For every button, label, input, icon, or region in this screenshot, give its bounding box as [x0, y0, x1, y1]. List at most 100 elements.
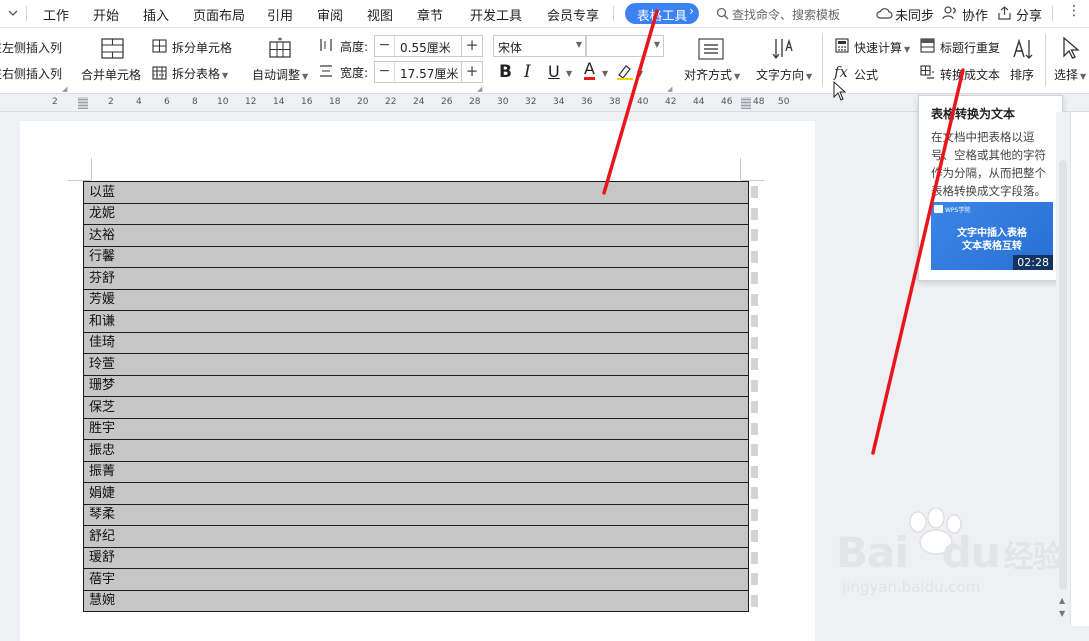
chevron-down-icon[interactable]: ▼: [602, 69, 608, 78]
table-cell[interactable]: 以蓝: [83, 181, 749, 204]
column-width-value[interactable]: 17.57厘米: [400, 65, 458, 82]
alignment-button[interactable]: 对齐方式 ▼: [684, 66, 740, 83]
ruler-tick: 8: [192, 97, 198, 107]
share-button[interactable]: 分享: [1016, 5, 1042, 24]
bold-button[interactable]: B: [499, 62, 512, 82]
font-size-select[interactable]: ▼: [586, 35, 664, 57]
menu-item-membership[interactable]: 会员专享: [547, 5, 599, 24]
convert-to-text-button[interactable]: 转换成文本: [940, 66, 1000, 83]
increase-width-button[interactable]: +: [461, 61, 483, 83]
collaborate-icon[interactable]: [942, 6, 958, 23]
ruler-tick: 2: [52, 97, 58, 107]
document-page[interactable]: 以蓝 龙妮 达裕 行馨 芬舒 芳媛 和谦 佳琦 玲萱 珊梦 保芝 胜宇 振忠 振菁 娟婕 琴柔 舒纪 瑗舒 蓓宇 慧婉: [20, 121, 815, 641]
table-cell[interactable]: 蓓宇: [83, 568, 749, 591]
sort-button[interactable]: 排序: [1010, 66, 1034, 83]
text-direction-button[interactable]: 文字方向 ▼: [756, 66, 812, 83]
column-width-stepper[interactable]: − 17.57厘米: [374, 61, 462, 83]
table-row: 珊梦: [83, 374, 749, 397]
table-row: 瑗舒: [83, 546, 749, 569]
table-cell[interactable]: 佳琦: [83, 331, 749, 354]
scrollbar-thumb[interactable]: [1059, 160, 1067, 590]
split-table-button[interactable]: 拆分表格 ▼: [172, 65, 228, 82]
row-end-marker: [751, 573, 758, 586]
table-cell[interactable]: 龙妮: [83, 202, 749, 225]
font-name-select[interactable]: 宋体 ▼: [493, 35, 586, 57]
table-cell[interactable]: 玲萱: [83, 353, 749, 376]
underline-button[interactable]: U: [548, 62, 560, 81]
menu-item-view[interactable]: 视图: [367, 5, 393, 24]
table-cell[interactable]: 慧婉: [83, 589, 749, 612]
auto-adjust-button[interactable]: 自动调整 ▼: [252, 66, 308, 83]
table-cell[interactable]: 振忠: [83, 439, 749, 462]
row-height-stepper[interactable]: − 0.55厘米: [374, 35, 462, 57]
table-cell[interactable]: 达裕: [83, 224, 749, 247]
ruler-right-margin-marker[interactable]: [741, 97, 751, 109]
highlight-icon[interactable]: [616, 63, 634, 83]
row-end-marker: [751, 186, 758, 199]
formula-button[interactable]: 公式: [854, 66, 878, 83]
font-color-button[interactable]: A: [584, 61, 595, 80]
width-label: 宽度:: [340, 66, 369, 80]
menu-item-page-layout[interactable]: 页面布局: [193, 5, 245, 24]
table-cell[interactable]: 芬舒: [83, 267, 749, 290]
menu-item-developer[interactable]: 开发工具: [470, 5, 522, 24]
table-cell[interactable]: 胜宇: [83, 417, 749, 440]
table-cell[interactable]: 振菁: [83, 460, 749, 483]
repeat-header-row-button[interactable]: 标题行重复: [940, 39, 1000, 56]
table-cell[interactable]: 芳媛: [83, 288, 749, 311]
name-table[interactable]: 以蓝 龙妮 达裕 行馨 芬舒 芳媛 和谦 佳琦 玲萱 珊梦 保芝 胜宇 振忠 振菁 娟婕 琴柔 舒纪 瑗舒 蓓宇 慧婉: [83, 181, 749, 612]
search-icon[interactable]: [716, 7, 729, 23]
italic-button[interactable]: I: [524, 62, 531, 82]
cloud-sync-icon[interactable]: [876, 6, 893, 23]
merge-cells-button[interactable]: 合并单元格: [81, 66, 141, 83]
increase-height-button[interactable]: +: [461, 35, 483, 57]
more-options-icon[interactable]: ⋮: [1067, 3, 1081, 19]
insert-column-right-button[interactable]: 在右侧插入列: [0, 65, 62, 82]
split-cells-button[interactable]: 拆分单元格: [172, 39, 232, 56]
row-height-icon: [319, 38, 333, 55]
margin-corner-mark: [740, 158, 741, 180]
menu-item-work[interactable]: 工作: [43, 5, 69, 24]
decrease-width-button[interactable]: −: [375, 62, 395, 82]
tab-table-tools[interactable]: 表格工具 ›: [625, 3, 699, 24]
mouse-cursor-icon: [833, 80, 847, 104]
chevron-right-icon[interactable]: ›: [689, 4, 694, 18]
chevron-down-icon[interactable]: ▼: [566, 69, 572, 78]
table-cell[interactable]: 瑗舒: [83, 546, 749, 569]
table-cell[interactable]: 娟婕: [83, 482, 749, 505]
scroll-down-icon[interactable]: ▼: [1059, 609, 1065, 618]
wps-academy-logo-icon: [934, 205, 943, 213]
ruler-tick: 44: [693, 97, 705, 107]
menu-item-sections[interactable]: 章节: [417, 5, 443, 24]
collaborate-button[interactable]: 协作: [962, 5, 988, 24]
tutorial-video-thumbnail[interactable]: WPS学院 文字中插入表格 文本表格互转 02:28: [931, 202, 1053, 270]
table-cell[interactable]: 舒纪: [83, 525, 749, 548]
table-cell[interactable]: 保芝: [83, 396, 749, 419]
menu-divider: [26, 6, 27, 21]
watermark-brand-b: du: [941, 528, 1001, 577]
scroll-up-icon[interactable]: ▲: [1059, 596, 1065, 605]
menu-item-review[interactable]: 审阅: [317, 5, 343, 24]
menu-item-home[interactable]: 开始: [93, 5, 119, 24]
sync-status[interactable]: 未同步: [895, 5, 934, 24]
row-height-value[interactable]: 0.55厘米: [400, 39, 451, 56]
table-cell[interactable]: 珊梦: [83, 374, 749, 397]
table-cell[interactable]: 行馨: [83, 245, 749, 268]
share-icon[interactable]: [997, 6, 1012, 23]
dialog-launcher-icon[interactable]: ◢: [62, 85, 67, 93]
table-cell[interactable]: 琴柔: [83, 503, 749, 526]
insert-column-left-button[interactable]: 在左侧插入列: [0, 39, 62, 56]
table-cell[interactable]: 和谦: [83, 310, 749, 333]
dropdown-icon[interactable]: [8, 7, 18, 21]
auto-adjust-icon: [268, 37, 292, 64]
quick-calc-button[interactable]: 快速计算 ▼: [854, 39, 910, 56]
select-button[interactable]: 选择 ▼: [1054, 66, 1086, 83]
dialog-launcher-icon[interactable]: ◢: [477, 85, 482, 93]
command-search-input[interactable]: 查找命令、搜索模板: [732, 6, 840, 23]
chevron-down-icon[interactable]: ▼: [637, 69, 643, 78]
dialog-launcher-icon[interactable]: ◢: [667, 85, 672, 93]
decrease-height-button[interactable]: −: [375, 36, 395, 56]
menu-item-insert[interactable]: 插入: [143, 5, 169, 24]
ruler-left-margin-marker[interactable]: [78, 97, 88, 109]
menu-item-references[interactable]: 引用: [267, 5, 293, 24]
